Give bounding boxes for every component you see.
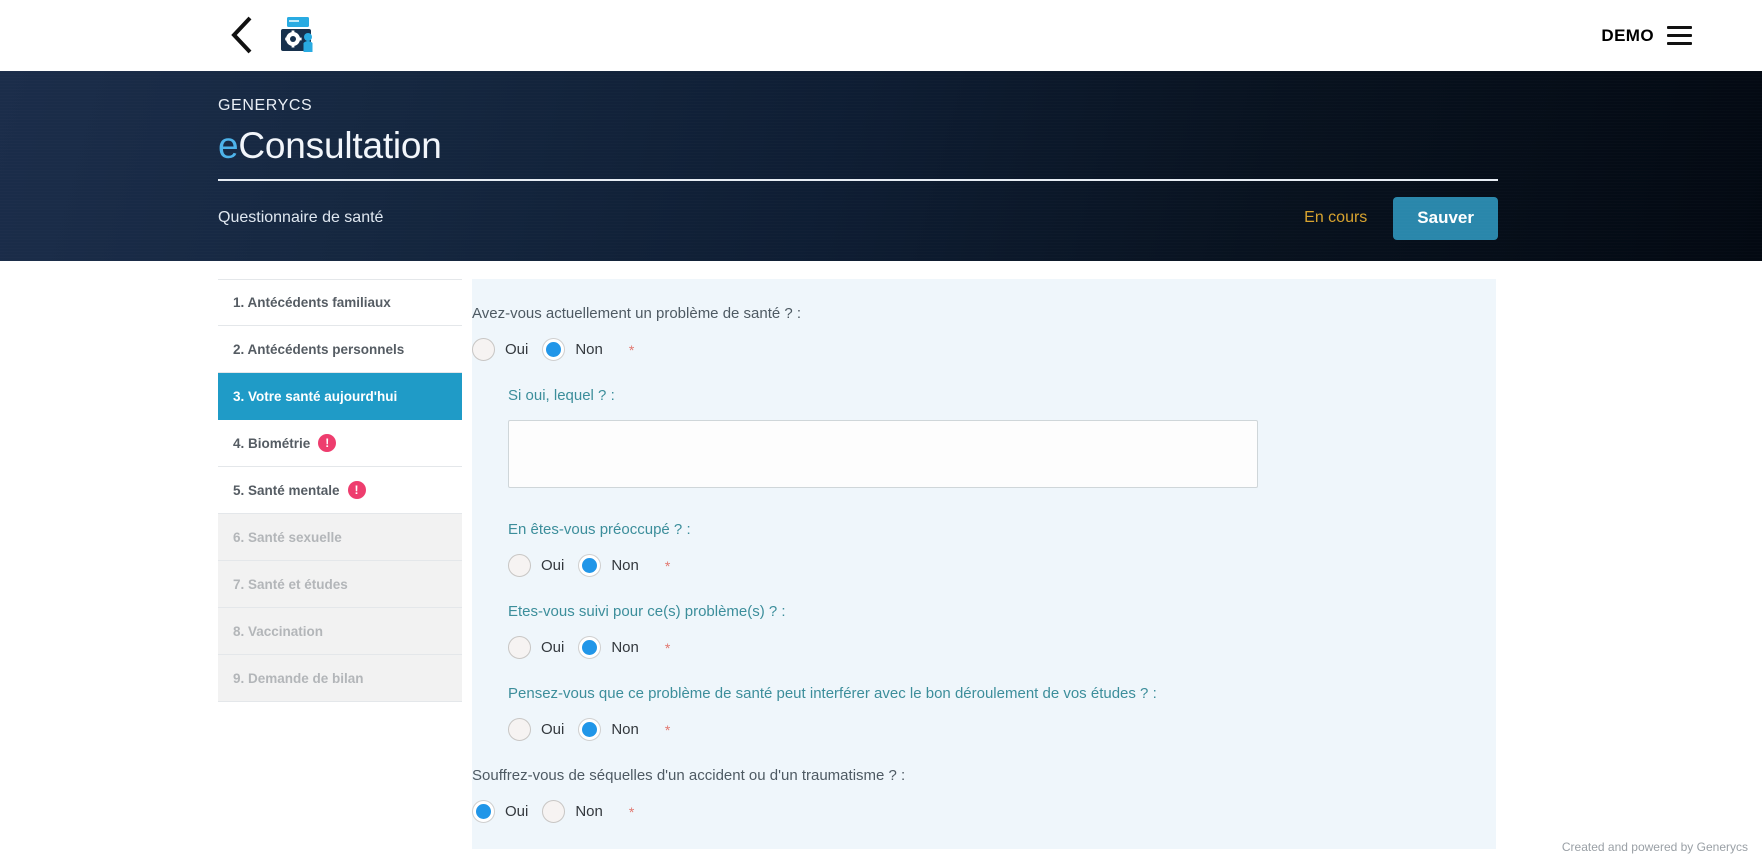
sidebar-item-4[interactable]: 4. Biométrie! [218, 420, 462, 467]
top-bar: DEMO [0, 0, 1762, 71]
question-1-required-mark: * [628, 341, 635, 358]
brand-name: GENERYCS [218, 97, 313, 114]
question-1: Avez-vous actuellement un problème de sa… [472, 305, 1496, 361]
sidebar-item-1[interactable]: 1. Antécédents familiaux [218, 279, 462, 326]
section-nav: 1. Antécédents familiaux 2. Antécédents … [218, 279, 462, 702]
question-1-label-non: Non [575, 341, 603, 358]
back-button[interactable] [222, 12, 262, 58]
question-3-label-oui: Oui [541, 557, 565, 574]
sidebar-item-8: 8. Vaccination [218, 608, 462, 655]
question-2-label: Si oui, lequel ? : [508, 387, 615, 404]
account-label: DEMO [1601, 25, 1654, 45]
question-3-label: En êtes-vous préoccupé ? : [508, 521, 691, 538]
banner-divider [218, 179, 1498, 181]
question-1-label: Avez-vous actuellement un problème de sa… [472, 305, 802, 322]
banner-actions: En cours Sauver [1304, 196, 1498, 240]
save-button[interactable]: Sauver [1393, 196, 1498, 240]
question-5-required-mark: * [664, 721, 671, 738]
question-6-required-mark: * [628, 803, 635, 820]
sidebar-item-9: 9. Demande de bilan [218, 655, 462, 702]
question-5-options: Oui Non * [508, 718, 1496, 741]
sidebar-item-6: 6. Santé sexuelle [218, 514, 462, 561]
page-title-rest: Consultation [238, 125, 442, 166]
question-5-radio-non[interactable] [578, 718, 602, 741]
sidebar-item-2[interactable]: 2. Antécédents personnels [218, 326, 462, 373]
question-4-label: Etes-vous suivi pour ce(s) problème(s) ?… [508, 603, 786, 620]
question-4-required-mark: * [664, 639, 671, 656]
hamburger-menu-icon[interactable] [1667, 26, 1692, 45]
question-2: Si oui, lequel ? : [508, 387, 1496, 517]
page-banner: GENERYCS eConsultation Questionnaire de … [0, 71, 1762, 261]
footer-credit: Created and powered by Generycs [1561, 840, 1748, 854]
question-3-radio-non[interactable] [578, 554, 602, 577]
question-4: Etes-vous suivi pour ce(s) problème(s) ?… [508, 603, 1496, 659]
sidebar-item-label: 5. Santé mentale [233, 482, 340, 498]
sidebar-item-label: 6. Santé sexuelle [233, 529, 342, 545]
sidebar-item-3[interactable]: 3. Votre santé aujourd'hui [218, 373, 462, 420]
question-5: Pensez-vous que ce problème de santé peu… [508, 685, 1496, 741]
question-3-label-non: Non [611, 557, 639, 574]
warning-icon: ! [347, 481, 366, 499]
question-5-label-oui: Oui [541, 721, 565, 738]
sidebar-item-label: 1. Antécédents familiaux [233, 295, 391, 310]
question-5-label: Pensez-vous que ce problème de santé peu… [508, 685, 1157, 702]
page-title: eConsultation [218, 125, 1498, 167]
status-badge: En cours [1304, 209, 1368, 226]
question-6: Souffrez-vous de séquelles d'un accident… [472, 767, 1496, 823]
sidebar-item-label: 4. Biométrie [233, 435, 311, 451]
page-body: 1. Antécédents familiaux 2. Antécédents … [0, 261, 1762, 862]
sidebar-item-label: 7. Santé et études [233, 576, 348, 592]
page-title-accent: e [218, 125, 239, 166]
question-6-radio-oui[interactable] [472, 800, 495, 823]
sidebar-item-label: 9. Demande de bilan [233, 670, 364, 686]
question-6-radio-non[interactable] [542, 800, 566, 823]
sidebar-item-5[interactable]: 5. Santé mentale! [218, 467, 462, 514]
clinic-logo-icon [281, 17, 313, 52]
question-3-options: Oui Non * [508, 554, 1496, 577]
question-4-radio-oui[interactable] [508, 636, 531, 659]
question-6-label: Souffrez-vous de séquelles d'un accident… [472, 767, 906, 784]
question-4-options: Oui Non * [508, 636, 1496, 659]
banner-subtitle: Questionnaire de santé [218, 209, 384, 226]
question-6-label-oui: Oui [505, 803, 529, 820]
sidebar-item-label: 3. Votre santé aujourd'hui [233, 388, 398, 404]
question-4-label-oui: Oui [541, 639, 565, 656]
question-3-radio-oui[interactable] [508, 554, 531, 577]
app-logo[interactable] [275, 13, 319, 57]
question-4-radio-non[interactable] [578, 636, 602, 659]
health-problem-textarea[interactable] [508, 420, 1258, 488]
sidebar-item-7: 7. Santé et études [218, 561, 462, 608]
question-1-label-oui: Oui [505, 341, 529, 358]
question-1-radio-non[interactable] [542, 338, 566, 361]
questionnaire-panel: Avez-vous actuellement un problème de sa… [472, 279, 1496, 849]
question-3-required-mark: * [664, 557, 671, 574]
question-5-label-non: Non [611, 721, 639, 738]
banner-action-row: Questionnaire de santé En cours Sauver [218, 196, 1498, 240]
top-bar-right: DEMO [1601, 0, 1692, 71]
sidebar-item-label: 8. Vaccination [233, 623, 324, 639]
question-3: En êtes-vous préoccupé ? : Oui Non * [508, 521, 1496, 577]
sidebar-item-label: 2. Antécédents personnels [233, 341, 405, 357]
warning-icon: ! [318, 434, 337, 452]
question-1-radio-oui[interactable] [472, 338, 495, 361]
chevron-left-icon [231, 16, 252, 54]
question-6-label-non: Non [575, 803, 603, 820]
question-5-radio-oui[interactable] [508, 718, 531, 741]
banner-content: GENERYCS eConsultation Questionnaire de … [218, 71, 1498, 240]
question-1-options: Oui Non * [472, 338, 1496, 361]
question-4-label-non: Non [611, 639, 639, 656]
question-6-options: Oui Non * [472, 800, 1496, 823]
